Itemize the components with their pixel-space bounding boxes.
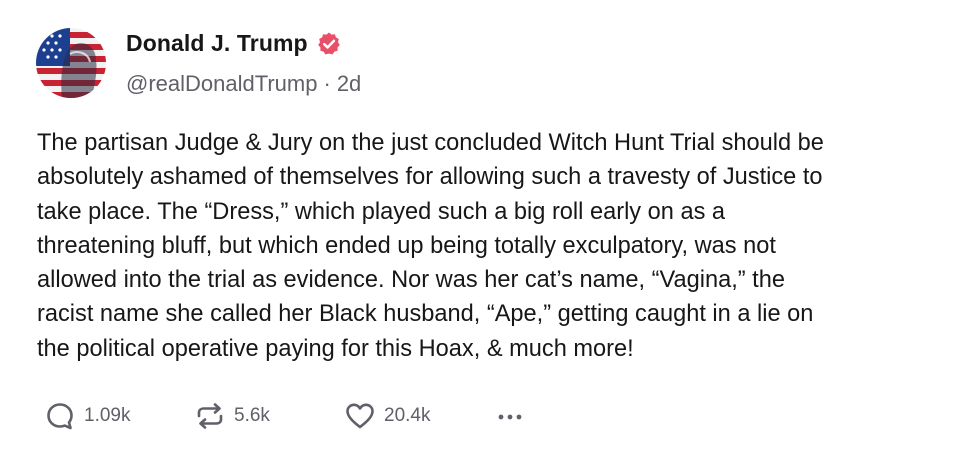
avatar[interactable] <box>36 28 106 98</box>
author-meta-row: @realDonaldTrump · 2d <box>126 71 361 97</box>
reply-count: 1.09k <box>84 405 131 426</box>
verified-badge-icon <box>316 31 342 57</box>
post-actions-bar: 1.09k 5.6k 20.4k <box>44 398 544 434</box>
reply-icon <box>44 400 76 432</box>
author-name-row: Donald J. Trump <box>126 30 342 57</box>
more-options-button[interactable] <box>494 400 544 432</box>
like-button[interactable]: 20.4k <box>344 400 494 432</box>
avatar-image <box>36 28 106 98</box>
meta-separator: · <box>323 71 331 96</box>
retruth-count: 5.6k <box>234 405 270 426</box>
post-body-line: allowed into the trial as evidence. Nor … <box>37 267 785 294</box>
post-body-line: threatening bluff, but which ended up be… <box>37 232 776 259</box>
post-timestamp[interactable]: 2d <box>337 71 361 97</box>
post-body-line: absolutely ashamed of themselves for all… <box>37 164 823 191</box>
post-card: Donald J. Trump @realDonaldTrump · 2d Th… <box>0 0 980 463</box>
post-body-line: take place. The “Dress,” which played su… <box>37 198 726 225</box>
retruth-button[interactable]: 5.6k <box>194 400 344 432</box>
reply-button[interactable]: 1.09k <box>44 400 194 432</box>
post-body-line: the political operative paying for this … <box>37 335 634 362</box>
retruth-icon <box>194 400 226 432</box>
post-body: The partisan Judge & Jury on the just co… <box>37 126 957 366</box>
heart-icon <box>344 400 376 432</box>
like-count: 20.4k <box>384 405 431 426</box>
post-body-line: The partisan Judge & Jury on the just co… <box>37 130 824 156</box>
more-icon <box>494 400 526 432</box>
post-body-line: racist name she called her Black husband… <box>37 301 814 328</box>
author-handle[interactable]: @realDonaldTrump <box>126 71 317 97</box>
author-display-name[interactable]: Donald J. Trump <box>126 30 308 57</box>
